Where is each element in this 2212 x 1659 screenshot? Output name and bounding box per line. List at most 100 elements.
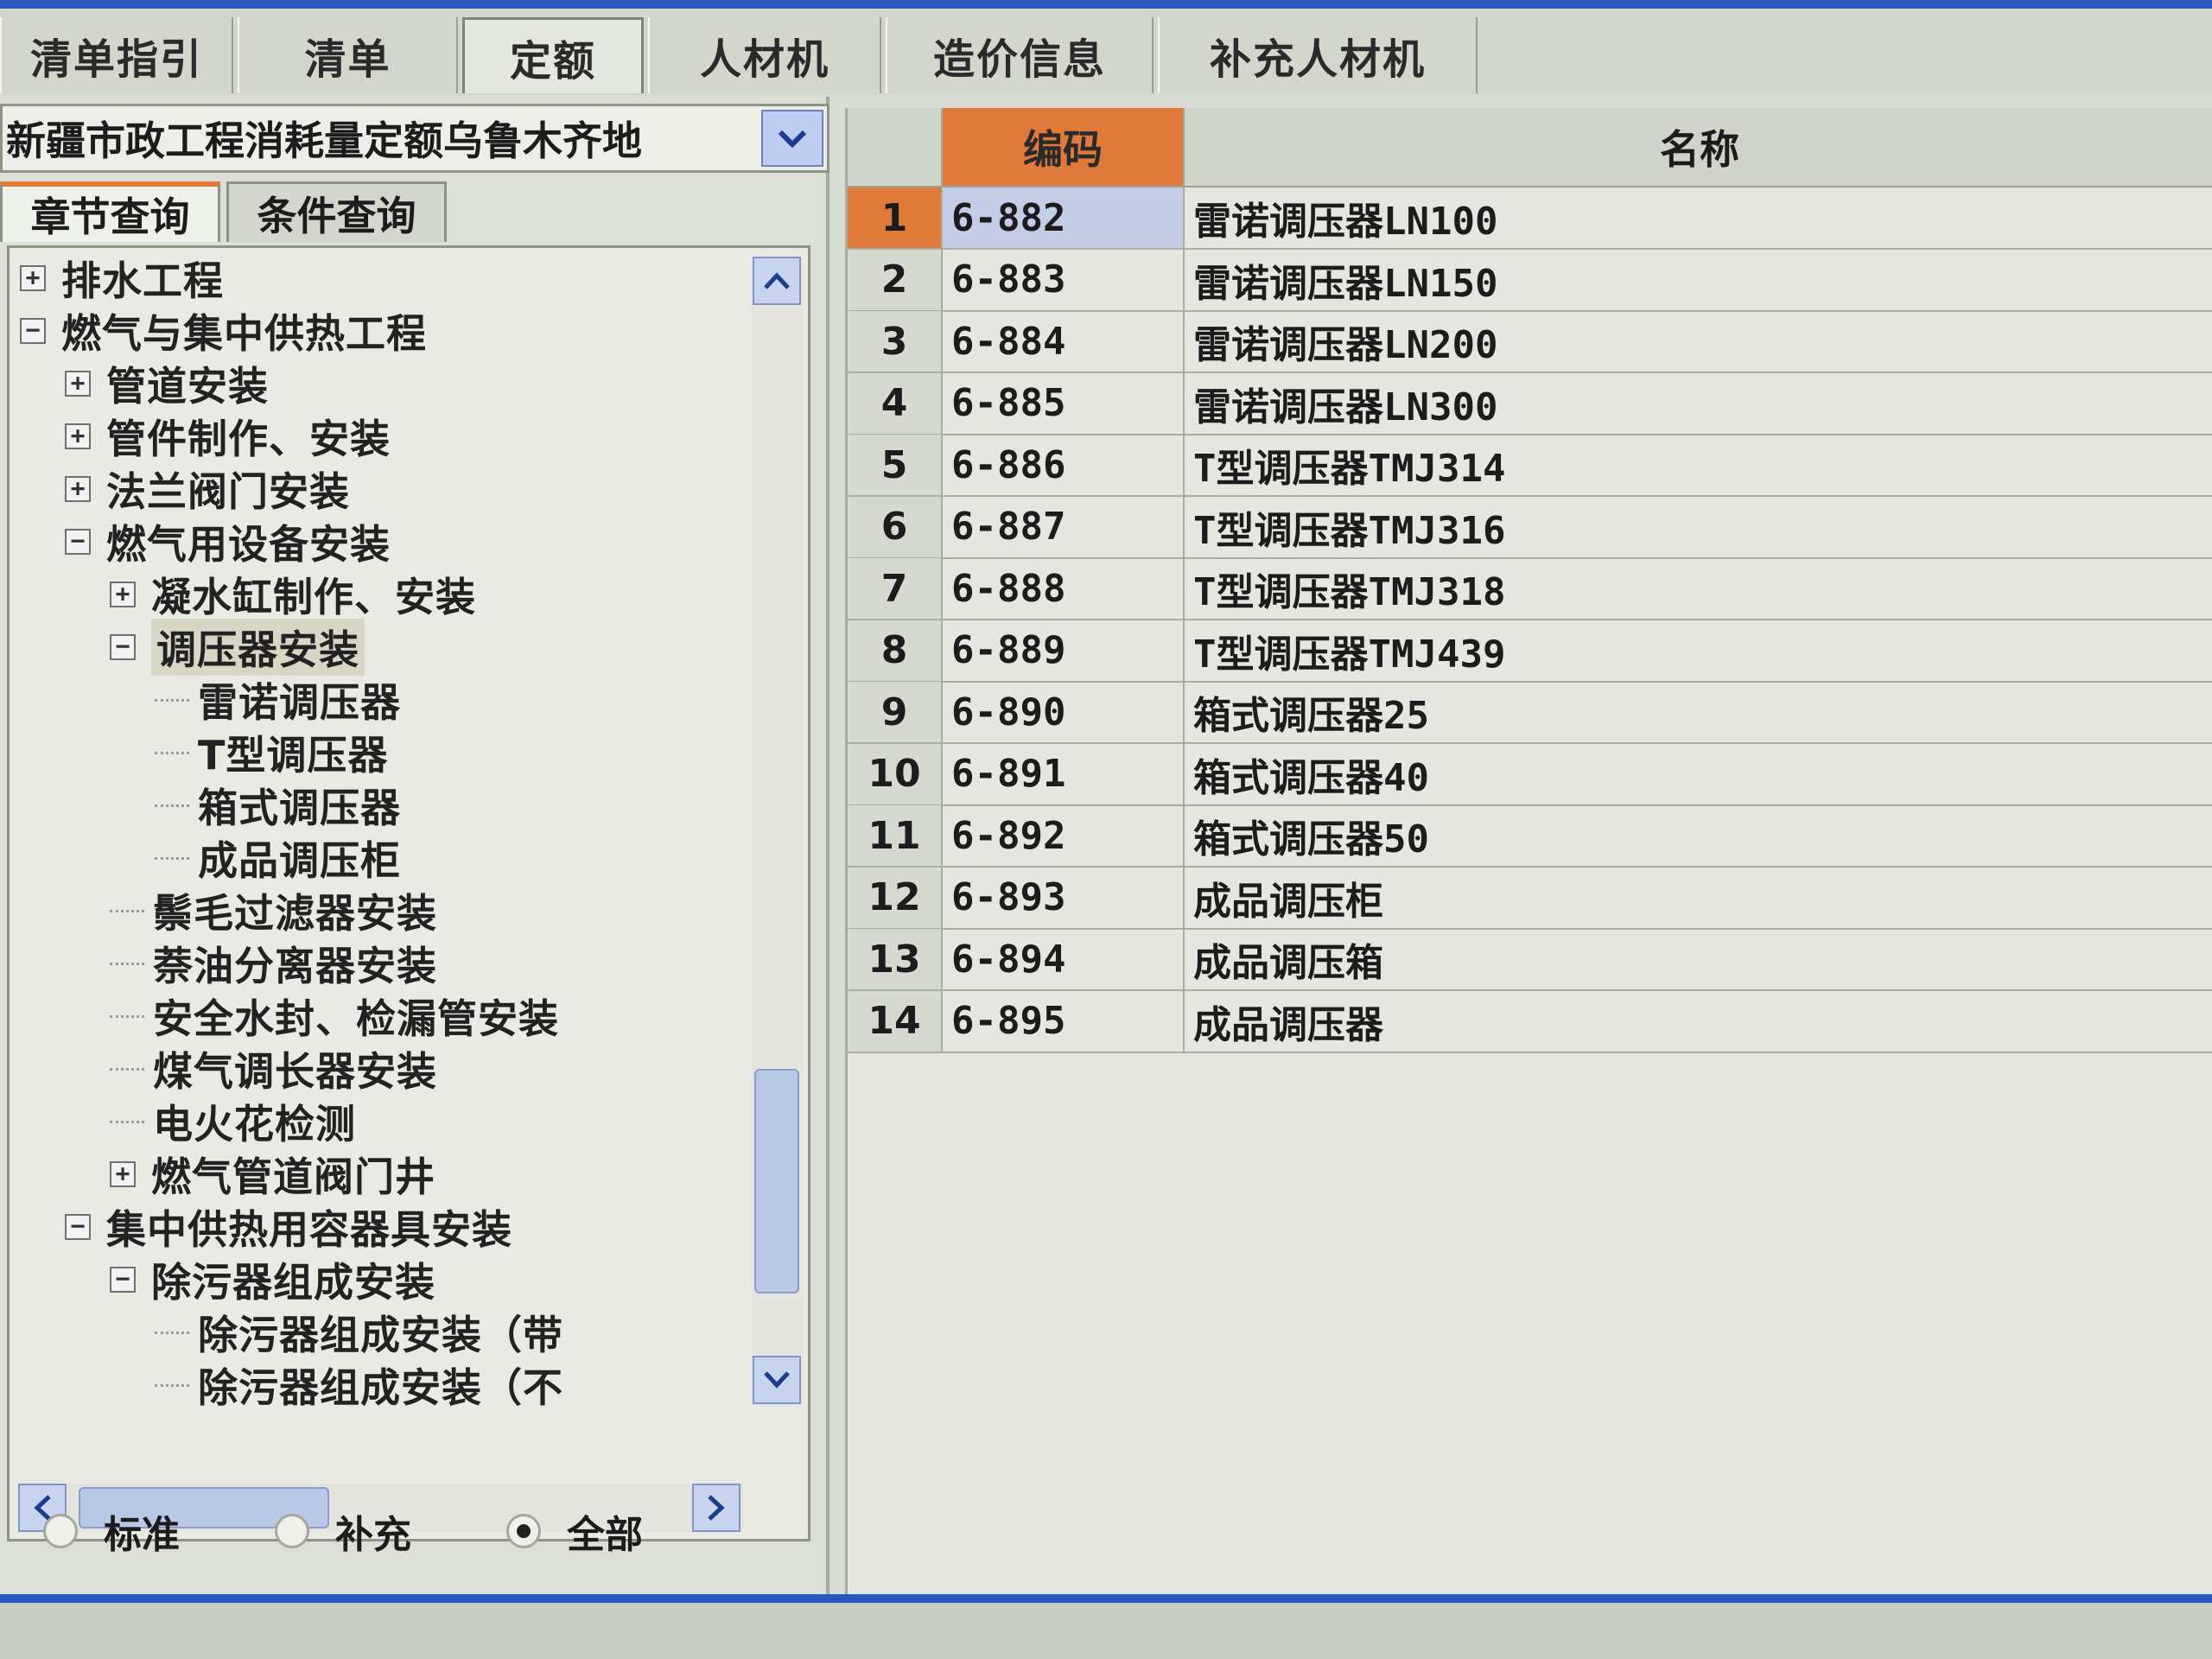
tab-chapter-query[interactable]: 章节查询 bbox=[0, 181, 220, 242]
row-code-cell: 6-890 bbox=[943, 682, 1185, 742]
tree-item-label: 雷诺调压器 bbox=[198, 679, 401, 726]
collapse-icon[interactable]: − bbox=[20, 318, 46, 344]
row-index-cell: 1 bbox=[848, 188, 943, 248]
column-header-index bbox=[848, 108, 943, 186]
expand-icon[interactable]: + bbox=[110, 582, 136, 607]
tree-item[interactable]: + 燃气管道阀门井 bbox=[110, 1149, 435, 1200]
column-header-code[interactable]: 编码 bbox=[943, 108, 1185, 186]
tab-condition-query[interactable]: 条件查询 bbox=[226, 181, 447, 242]
table-row[interactable]: 1 6-882 雷诺调压器LN100 bbox=[848, 188, 2212, 250]
tree-item[interactable]: 除污器组成安装（带 bbox=[155, 1307, 563, 1358]
collapse-icon[interactable]: − bbox=[110, 634, 136, 660]
table-row[interactable]: 4 6-885 雷诺调压器LN300 bbox=[848, 372, 2212, 435]
row-code-cell: 6-889 bbox=[943, 620, 1185, 681]
tree-item[interactable]: T型调压器 bbox=[155, 728, 388, 779]
tree-item[interactable]: + 排水工程 bbox=[20, 253, 224, 304]
chapter-tree[interactable]: + 排水工程 − 燃气与集中供热工程 + 管道安装 + 管件制作、安装 + 法兰阀门安装 − 燃气用设… bbox=[7, 245, 810, 1541]
tab-bill-guide[interactable]: 清单指引 bbox=[0, 17, 233, 93]
tree-item[interactable]: + 凝水缸制作、安装 bbox=[110, 569, 476, 620]
table-row[interactable]: 3 6-884 雷诺调压器LN200 bbox=[848, 311, 2212, 373]
tree-item[interactable]: 除污器组成安装（不 bbox=[155, 1360, 563, 1411]
radio-all-circle[interactable] bbox=[506, 1514, 541, 1548]
tree-item[interactable]: 成品调压柜 bbox=[155, 833, 401, 884]
row-code-cell: 6-884 bbox=[943, 311, 1185, 372]
tree-item[interactable]: + 管件制作、安装 bbox=[65, 411, 391, 462]
tab-bill[interactable]: 清单 bbox=[238, 17, 458, 93]
table-row[interactable]: 8 6-889 T型调压器TMJ439 bbox=[848, 620, 2212, 683]
chevron-down-icon[interactable] bbox=[761, 110, 823, 167]
tree-item[interactable]: − 燃气与集中供热工程 bbox=[20, 306, 427, 357]
table-row[interactable]: 6 6-887 T型调压器TMJ316 bbox=[848, 496, 2212, 559]
tree-item[interactable]: 萘油分离器安装 bbox=[110, 938, 437, 989]
radio-standard-label: 标准 bbox=[104, 1513, 180, 1557]
tab-quota[interactable]: 定额 bbox=[462, 17, 644, 93]
expand-icon[interactable]: + bbox=[65, 423, 91, 449]
radio-standard-circle[interactable] bbox=[43, 1514, 78, 1548]
row-index-cell: 14 bbox=[848, 990, 943, 1052]
expand-icon[interactable]: + bbox=[110, 1161, 136, 1187]
row-index-cell: 8 bbox=[848, 620, 943, 681]
tree-item[interactable]: − 集中供热用容器具安装 bbox=[65, 1202, 512, 1253]
radio-supplement-circle[interactable] bbox=[275, 1514, 309, 1548]
row-code-cell: 6-893 bbox=[943, 867, 1185, 928]
tree-item-label: 电火花检测 bbox=[153, 1101, 356, 1147]
row-name-cell: 雷诺调压器LN150 bbox=[1193, 261, 1498, 306]
radio-all[interactable]: 全部 bbox=[506, 1503, 643, 1559]
tree-item-label: 集中供热用容器具安装 bbox=[106, 1206, 512, 1253]
row-name-cell: 成品调压器 bbox=[1193, 1002, 1383, 1047]
grid-header: 编码 名称 bbox=[848, 108, 2212, 188]
tab-cost-info[interactable]: 造价信息 bbox=[886, 17, 1154, 93]
tree-connector bbox=[155, 751, 189, 754]
row-index-cell: 7 bbox=[848, 558, 943, 619]
tree-item[interactable]: 箱式调压器 bbox=[155, 780, 401, 831]
column-header-name[interactable]: 名称 bbox=[1185, 108, 2212, 186]
tab-labor-material-machine[interactable]: 人材机 bbox=[648, 17, 881, 93]
quota-library-select[interactable]: 新疆市政工程消耗量定额乌鲁木齐地 bbox=[0, 104, 830, 173]
collapse-icon[interactable]: − bbox=[110, 1267, 136, 1293]
tree-item[interactable]: − 燃气用设备安装 bbox=[65, 517, 391, 568]
row-code-cell: 6-887 bbox=[943, 496, 1185, 557]
expand-icon[interactable]: + bbox=[65, 371, 91, 397]
expand-icon[interactable]: + bbox=[65, 476, 91, 502]
radio-standard[interactable]: 标准 bbox=[43, 1503, 180, 1559]
table-row[interactable]: 12 6-893 成品调压柜 bbox=[848, 867, 2212, 930]
table-row[interactable]: 7 6-888 T型调压器TMJ318 bbox=[848, 558, 2212, 620]
table-row[interactable]: 9 6-890 箱式调压器25 bbox=[848, 682, 2212, 744]
tree-connector bbox=[110, 962, 144, 965]
tree-item[interactable]: − 调压器安装 bbox=[110, 619, 365, 676]
tree-item[interactable]: + 法兰阀门安装 bbox=[65, 464, 350, 515]
row-name-cell: 雷诺调压器LN200 bbox=[1193, 323, 1498, 367]
table-row[interactable]: 2 6-883 雷诺调压器LN150 bbox=[848, 249, 2212, 312]
tree-item[interactable]: 安全水封、检漏管安装 bbox=[110, 991, 559, 1042]
row-name-cell: 箱式调压器40 bbox=[1193, 755, 1429, 800]
row-code-cell: 6-882 bbox=[943, 188, 1185, 248]
tab-supplementary-materials[interactable]: 补充人材机 bbox=[1158, 17, 1478, 93]
window-top-strip bbox=[0, 0, 2212, 9]
tree-item-label: 排水工程 bbox=[61, 257, 224, 304]
tree-item[interactable]: 鬃毛过滤器安装 bbox=[110, 886, 437, 937]
tree-connector bbox=[110, 909, 144, 912]
tree-item-label: 燃气管道阀门井 bbox=[151, 1154, 435, 1200]
tree-item[interactable]: + 管道安装 bbox=[65, 359, 269, 410]
table-row[interactable]: 13 6-894 成品调压箱 bbox=[848, 929, 2212, 991]
row-name-cell: T型调压器TMJ316 bbox=[1193, 508, 1506, 553]
tree-item[interactable]: 雷诺调压器 bbox=[155, 675, 401, 726]
scroll-down-icon[interactable] bbox=[753, 1356, 801, 1404]
collapse-icon[interactable]: − bbox=[65, 529, 91, 555]
scroll-up-icon[interactable] bbox=[753, 257, 801, 305]
tree-item[interactable]: − 除污器组成安装 bbox=[110, 1255, 435, 1306]
tree-item[interactable]: 电火花检测 bbox=[110, 1096, 356, 1147]
table-row[interactable]: 5 6-886 T型调压器TMJ314 bbox=[848, 435, 2212, 497]
tree-vertical-thumb[interactable] bbox=[754, 1069, 799, 1294]
radio-supplement[interactable]: 补充 bbox=[275, 1503, 411, 1559]
tree-vertical-scrollbar[interactable] bbox=[751, 257, 803, 1406]
row-name-cell: 箱式调压器25 bbox=[1193, 694, 1429, 738]
table-row[interactable]: 14 6-895 成品调压器 bbox=[848, 990, 2212, 1053]
row-code-cell: 6-888 bbox=[943, 558, 1185, 619]
expand-icon[interactable]: + bbox=[20, 265, 46, 291]
tree-item[interactable]: 煤气调长器安装 bbox=[110, 1044, 437, 1095]
collapse-icon[interactable]: − bbox=[65, 1214, 91, 1240]
row-index-cell: 11 bbox=[848, 805, 943, 866]
table-row[interactable]: 11 6-892 箱式调压器50 bbox=[848, 805, 2212, 868]
table-row[interactable]: 10 6-891 箱式调压器40 bbox=[848, 743, 2212, 806]
